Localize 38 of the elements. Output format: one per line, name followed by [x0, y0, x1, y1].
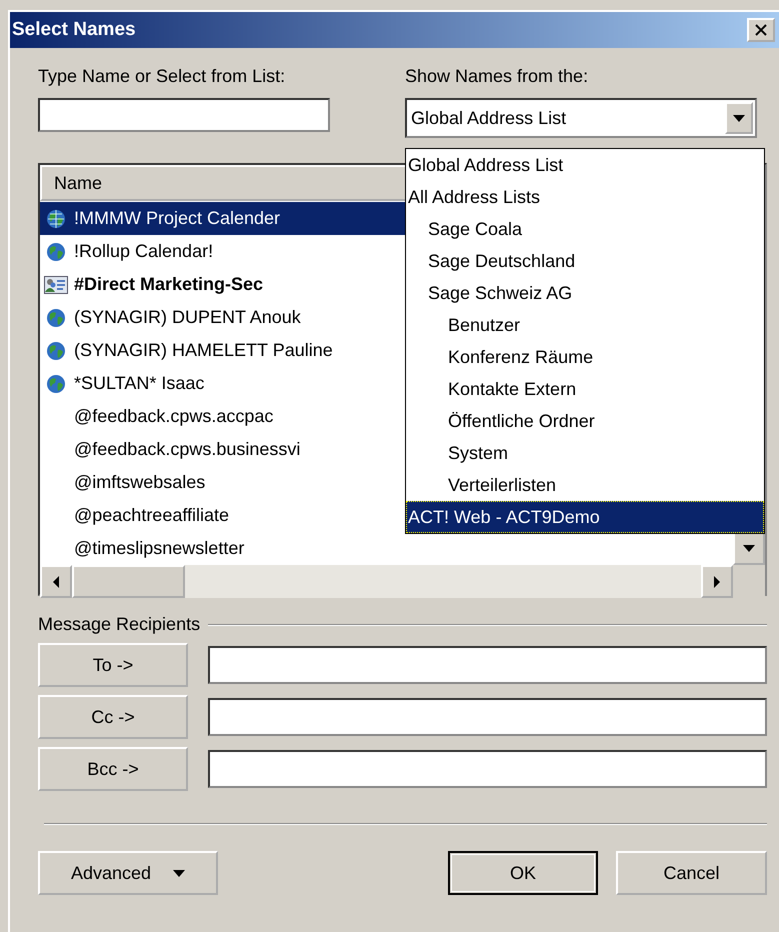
recipient-input-field[interactable] — [208, 698, 767, 736]
globe-icon — [46, 340, 66, 360]
cancel-button[interactable]: Cancel — [616, 851, 767, 895]
scroll-down-button[interactable] — [733, 532, 765, 565]
dropdown-option[interactable]: Öffentliche Ordner — [406, 405, 764, 437]
dropdown-option[interactable]: Benutzer — [406, 309, 764, 341]
scroll-left-button[interactable] — [40, 565, 72, 598]
address-list-dropdown[interactable]: Global Address List — [405, 98, 757, 138]
window-title: Select Names — [12, 19, 136, 41]
dropdown-option[interactable]: Verteilerlisten — [406, 469, 764, 501]
name-input-field[interactable] — [38, 98, 330, 132]
group-label: Message Recipients — [38, 614, 200, 635]
dropdown-option[interactable]: ACT! Web - ACT9Demo — [406, 501, 764, 533]
scroll-right-button[interactable] — [701, 565, 733, 598]
dropdown-option[interactable]: Sage Deutschland — [406, 245, 764, 277]
close-button[interactable] — [747, 18, 775, 42]
globe-icon — [46, 242, 66, 262]
address-card-icon — [44, 274, 68, 294]
globe-grid-icon — [46, 208, 66, 228]
scrollbar-thumb[interactable] — [72, 565, 185, 598]
ok-button[interactable]: OK — [448, 851, 598, 895]
advanced-button[interactable]: Advanced — [38, 851, 218, 895]
globe-icon — [46, 308, 66, 328]
scrollbar-corner — [733, 565, 765, 598]
recipient-button[interactable]: To -> — [38, 643, 188, 687]
recipient-input-field[interactable] — [208, 750, 767, 788]
list-item[interactable]: @timeslipsnewsletter — [40, 532, 733, 565]
close-icon — [755, 24, 767, 36]
recipient-button[interactable]: Bcc -> — [38, 747, 188, 791]
dropdown-option[interactable]: System — [406, 437, 764, 469]
recipient-input-field[interactable] — [208, 646, 767, 684]
field-label: Show Names from the: — [405, 66, 590, 88]
field-label: Type Name or Select from List: — [38, 66, 286, 88]
globe-icon — [46, 374, 66, 394]
dropdown-option[interactable]: Konferenz Räume — [406, 341, 764, 373]
dropdown-option[interactable]: Kontakte Extern — [406, 373, 764, 405]
recipient-button[interactable]: Cc -> — [38, 695, 188, 739]
dropdown-option[interactable]: Sage Schweiz AG — [406, 277, 764, 309]
